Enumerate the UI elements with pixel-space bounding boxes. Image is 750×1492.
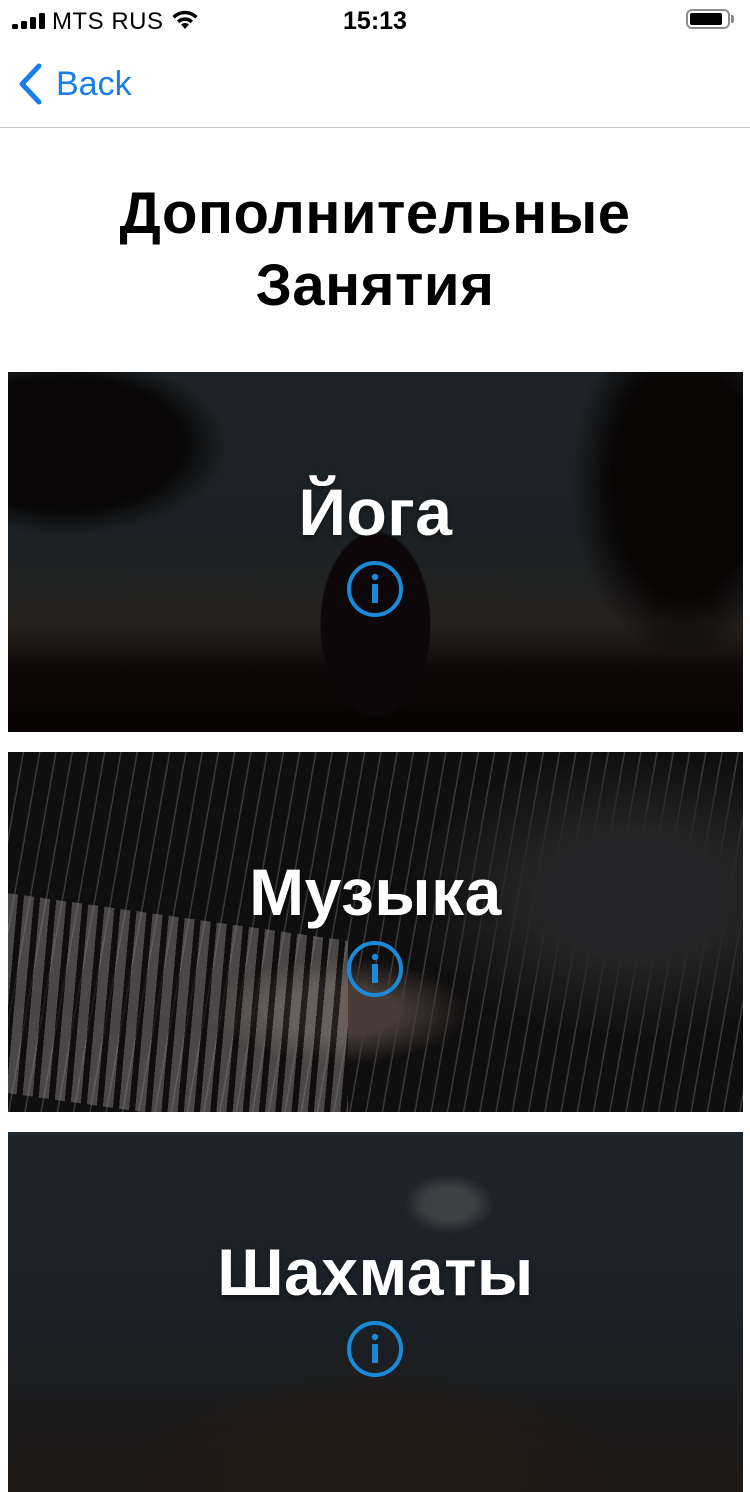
info-icon[interactable] xyxy=(346,940,404,998)
activity-title: Шахматы xyxy=(217,1235,534,1309)
back-label: Back xyxy=(56,64,132,103)
page-title-line2: Занятия xyxy=(255,253,495,318)
page-title-line1: Дополнительные xyxy=(119,181,631,246)
info-icon[interactable] xyxy=(346,1320,404,1378)
back-button[interactable]: Back xyxy=(16,60,132,108)
page-title: Дополнительные Занятия xyxy=(0,178,750,322)
info-icon[interactable] xyxy=(346,560,404,618)
navigation-bar: Back xyxy=(0,40,750,128)
battery-icon xyxy=(686,9,736,33)
activity-card-music[interactable]: Музыка xyxy=(8,752,743,1112)
activity-title: Музыка xyxy=(249,855,502,929)
activity-card-chess[interactable]: Шахматы xyxy=(8,1132,743,1492)
status-bar: MTS RUS 15:13 xyxy=(0,0,750,40)
chevron-left-icon xyxy=(19,63,42,105)
activity-title: Йога xyxy=(298,475,453,549)
activity-card-yoga[interactable]: Йога xyxy=(8,372,743,732)
status-time: 15:13 xyxy=(343,7,407,35)
